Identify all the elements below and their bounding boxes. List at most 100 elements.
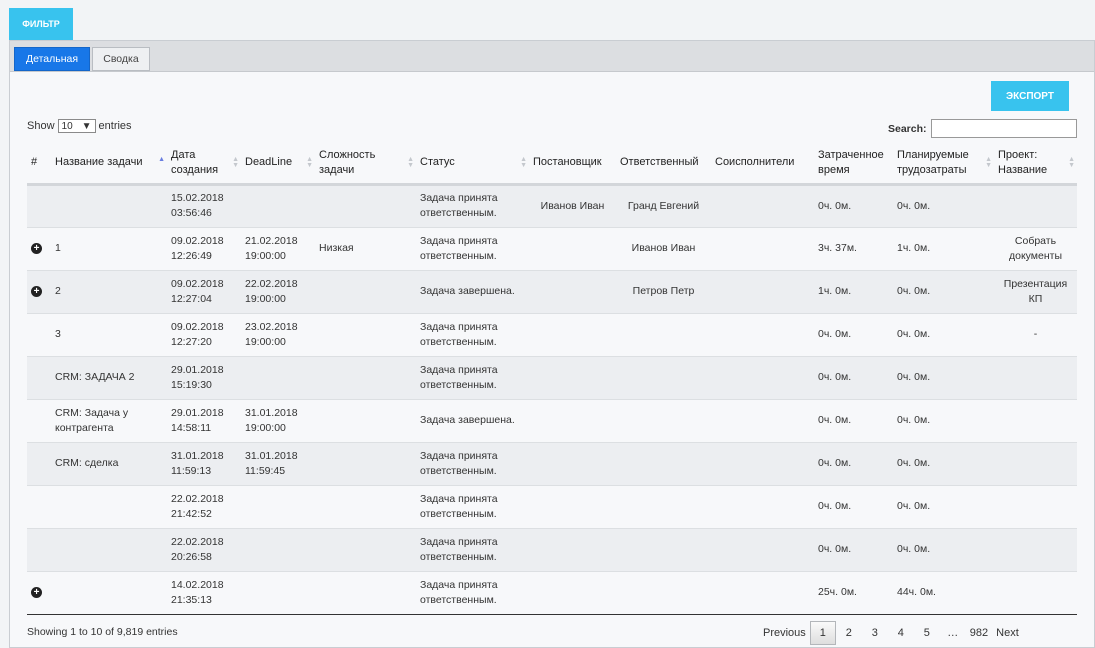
expand-cell: + [27, 227, 51, 271]
tab-summary[interactable]: Сводка [92, 47, 150, 71]
column-header-time-spent[interactable]: Затраченное время [814, 143, 893, 186]
time-spent-cell: 0ч. 0м. [814, 313, 893, 357]
created-cell: 09.02.2018 12:26:49 [167, 227, 241, 271]
table-row[interactable]: +1 09.02.2018 12:26:49 21.02.2018 19:00:00… [27, 227, 1077, 271]
time-spent-cell: 0ч. 0м. [814, 528, 893, 572]
filter-button[interactable]: ФИЛЬТР [9, 8, 73, 40]
task-name-cell: 2 [51, 270, 167, 314]
pagination-page[interactable]: 3 [862, 621, 888, 645]
deadline-cell [241, 184, 315, 228]
co-executors-cell [711, 356, 814, 400]
table-row[interactable]: CRM: Задача у контрагента 29.01.2018 14:5… [27, 399, 1077, 443]
author-cell [529, 227, 616, 271]
pagination-page[interactable]: 1 [809, 621, 836, 645]
table-row[interactable]: 22.02.2018 20:26:58 Задача принята ответс… [27, 528, 1077, 572]
column-label: Затраченное время [818, 148, 884, 176]
project-cell [994, 485, 1077, 529]
plus-circle-icon[interactable]: + [31, 587, 42, 598]
pagination-page[interactable]: 2 [836, 621, 862, 645]
column-header-task-name[interactable]: Название задачи ▲ [51, 143, 167, 186]
co-executors-cell [711, 313, 814, 357]
pagination-page[interactable]: 4 [888, 621, 914, 645]
planned-effort-cell: 0ч. 0м. [893, 356, 994, 400]
responsible-cell: Гранд Евгений [616, 184, 711, 228]
tab-detailed[interactable]: Детальная [14, 47, 90, 71]
expand-cell [27, 356, 51, 400]
table-row[interactable]: 22.02.2018 21:42:52 Задача принята ответс… [27, 485, 1077, 529]
co-executors-cell [711, 442, 814, 486]
author-cell [529, 528, 616, 572]
task-name-cell: CRM: ЗАДАЧА 2 [51, 356, 167, 400]
column-header-status[interactable]: Статус ▲ ▼ [416, 143, 529, 186]
author-cell [529, 399, 616, 443]
status-cell: Задача принята ответственным. [416, 313, 529, 357]
table-row[interactable]: 3 09.02.2018 12:27:20 23.02.2018 19:00:00 З… [27, 313, 1077, 357]
column-header-project[interactable]: Проект: Название ▲ ▼ [994, 143, 1077, 186]
table-row[interactable]: +14.02.2018 21:35:13 Задача принята ответ… [27, 571, 1077, 615]
co-executors-cell [711, 485, 814, 529]
status-cell: Задача завершена. [416, 399, 529, 443]
author-cell [529, 356, 616, 400]
column-header-planned-effort[interactable]: Планируемые трудозатраты ▲ ▼ [893, 143, 994, 186]
task-name-cell [51, 485, 167, 529]
task-name-cell [51, 184, 167, 228]
created-cell: 09.02.2018 12:27:20 [167, 313, 241, 357]
expand-cell [27, 485, 51, 529]
report-panel: Детальная Сводка ЭКСПОРТ Show 10 ▼ entri… [9, 40, 1095, 648]
table-row[interactable]: 15.02.2018 03:56:46 Задача принята ответс… [27, 184, 1077, 228]
column-header-created[interactable]: Дата создания ▲ ▼ [167, 143, 241, 186]
search-area: Search: [888, 119, 1077, 138]
pagination-next[interactable]: Next [992, 621, 1023, 645]
sort-icon: ▲ ▼ [306, 156, 313, 169]
pagination-previous[interactable]: Previous [759, 621, 810, 645]
project-cell [994, 528, 1077, 572]
difficulty-cell [315, 313, 416, 357]
chevron-down-icon: ▼ [81, 120, 92, 132]
plus-circle-icon[interactable]: + [31, 243, 42, 254]
plus-circle-icon[interactable]: + [31, 286, 42, 297]
column-header-number[interactable]: # [27, 143, 51, 186]
sort-icon: ▲ ▼ [1068, 156, 1075, 169]
column-header-co-executors[interactable]: Соисполнители [711, 143, 814, 186]
column-header-difficulty[interactable]: Сложность задачи ▲ ▼ [315, 143, 416, 186]
column-header-author[interactable]: Постановщик [529, 143, 616, 186]
created-cell: 29.01.2018 15:19:30 [167, 356, 241, 400]
column-label: Планируемые трудозатраты [897, 148, 969, 176]
export-button[interactable]: ЭКСПОРТ [991, 81, 1069, 111]
deadline-cell: 31.01.2018 19:00:00 [241, 399, 315, 443]
co-executors-cell [711, 528, 814, 572]
page-length-select[interactable]: 10 ▼ [57, 119, 96, 133]
status-cell: Задача завершена. [416, 270, 529, 314]
task-name-cell [51, 528, 167, 572]
column-label: Постановщик [533, 156, 602, 169]
sort-icon: ▲ ▼ [985, 156, 992, 169]
task-name-cell [51, 571, 167, 615]
pagination-page[interactable]: 982 [966, 621, 992, 645]
table-row[interactable]: CRM: сделка 31.01.2018 11:59:13 31.01.2018… [27, 442, 1077, 486]
time-spent-cell: 1ч. 0м. [814, 270, 893, 314]
deadline-cell [241, 571, 315, 615]
show-label: Show [27, 120, 55, 132]
difficulty-cell [315, 356, 416, 400]
responsible-cell [616, 442, 711, 486]
responsible-cell [616, 485, 711, 529]
status-cell: Задача принята ответственным. [416, 485, 529, 529]
expand-cell: + [27, 270, 51, 314]
table-row[interactable]: CRM: ЗАДАЧА 2 29.01.2018 15:19:30 Задача п… [27, 356, 1077, 400]
created-cell: 14.02.2018 21:35:13 [167, 571, 241, 615]
pagination-page[interactable]: 5 [914, 621, 940, 645]
author-cell: Иванов Иван [529, 184, 616, 228]
status-cell: Задача принята ответственным. [416, 528, 529, 572]
expand-cell [27, 442, 51, 486]
tab-bar: Детальная Сводка [10, 41, 1094, 72]
search-input[interactable] [930, 119, 1077, 138]
time-spent-cell: 0ч. 0м. [814, 442, 893, 486]
column-header-deadline[interactable]: DeadLine ▲ ▼ [241, 143, 315, 186]
column-header-responsible[interactable]: Ответственный [616, 143, 711, 186]
column-label: # [31, 156, 38, 169]
co-executors-cell [711, 571, 814, 615]
project-cell [994, 356, 1077, 400]
table-row[interactable]: +2 09.02.2018 12:27:04 22.02.2018 19:00:00… [27, 270, 1077, 314]
task-name-cell: 1 [51, 227, 167, 271]
responsible-cell [616, 399, 711, 443]
